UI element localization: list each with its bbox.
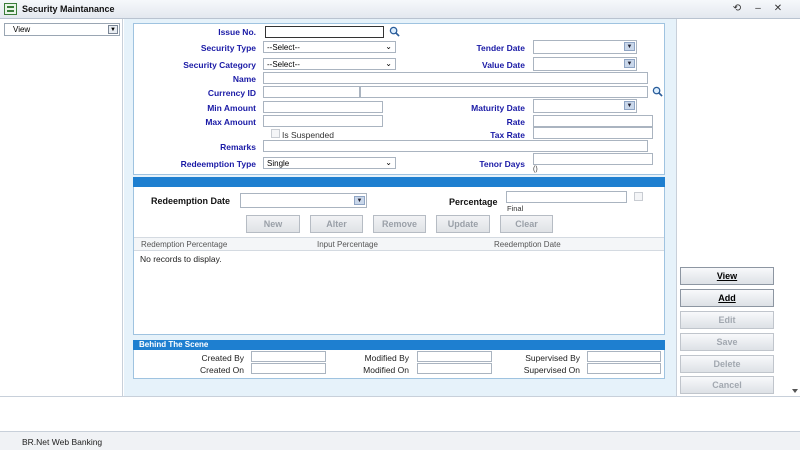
- column-header[interactable]: Input Percentage: [317, 240, 378, 249]
- is-suspended-checkbox[interactable]: [271, 129, 280, 138]
- security-type-value: --Select--: [267, 43, 300, 52]
- close-icon[interactable]: ✕: [771, 3, 785, 15]
- tax-rate-input[interactable]: [533, 127, 653, 139]
- chevron-down-icon[interactable]: ▼: [108, 25, 118, 34]
- redeemption-type-label: Redeemption Type: [180, 159, 256, 169]
- tax-rate-label: Tax Rate: [490, 130, 525, 140]
- supervised-by-field: [587, 351, 661, 362]
- max-amount-label: Max Amount: [205, 117, 256, 127]
- clear-button[interactable]: Clear: [500, 215, 553, 233]
- chevron-down-icon: ⌄: [385, 59, 392, 68]
- chevron-down-icon[interactable]: ▼: [624, 101, 635, 110]
- remarks-input[interactable]: [263, 140, 648, 152]
- scroll-down-icon[interactable]: [790, 386, 800, 396]
- modified-on-label: Modified On: [363, 365, 409, 375]
- update-button[interactable]: Update: [436, 215, 490, 233]
- currency-id-label: Currency ID: [207, 88, 256, 98]
- supervised-on-label: Supervised On: [523, 365, 580, 375]
- remarks-label: Remarks: [220, 142, 256, 152]
- status-bar: BR.Net Web Banking: [0, 431, 800, 450]
- chevron-down-icon: ⌄: [385, 42, 392, 51]
- remove-button[interactable]: Remove: [373, 215, 426, 233]
- view-dropdown-label: View: [13, 25, 31, 34]
- final-label: Final: [507, 204, 524, 213]
- redeemption-date-label: Redeemption Date: [151, 196, 231, 206]
- chevron-down-icon[interactable]: ▼: [354, 196, 365, 205]
- minimize-icon[interactable]: –: [751, 3, 765, 15]
- modified-by-label: Modified By: [364, 353, 409, 363]
- search-icon[interactable]: [652, 86, 663, 97]
- divider: [0, 396, 800, 397]
- value-date-label: Value Date: [482, 60, 525, 70]
- percentage-input[interactable]: [506, 191, 627, 203]
- title-bar: [0, 0, 800, 19]
- maturity-date-label: Maturity Date: [471, 103, 525, 113]
- created-by-field: [251, 351, 326, 362]
- security-type-select[interactable]: --Select-- ⌄: [263, 41, 396, 53]
- modified-on-field: [417, 363, 492, 374]
- left-panel: View ▼: [0, 19, 123, 396]
- window-title: Security Maintanance: [22, 4, 115, 14]
- redeemption-type-value: Single: [267, 159, 290, 168]
- rate-input[interactable]: [533, 115, 653, 127]
- created-by-label: Created By: [201, 353, 244, 363]
- edit-button[interactable]: Edit: [680, 311, 774, 329]
- view-button[interactable]: View: [680, 267, 774, 285]
- security-category-select[interactable]: --Select-- ⌄: [263, 58, 396, 70]
- min-amount-label: Min Amount: [207, 103, 256, 113]
- max-amount-input[interactable]: [263, 115, 383, 127]
- value-date-picker[interactable]: ▼: [533, 57, 637, 71]
- created-on-label: Created On: [200, 365, 244, 375]
- chevron-down-icon[interactable]: ▼: [624, 59, 635, 68]
- security-category-value: --Select--: [267, 60, 300, 69]
- delete-button[interactable]: Delete: [680, 355, 774, 373]
- percentage-label: Percentage: [449, 197, 498, 207]
- search-icon[interactable]: [389, 26, 400, 37]
- column-header[interactable]: Redemption Percentage: [141, 240, 227, 249]
- is-suspended-label: Is Suspended: [282, 130, 334, 140]
- view-dropdown[interactable]: View ▼: [4, 23, 120, 36]
- empty-grid-message: No records to display.: [140, 254, 222, 264]
- chevron-down-icon: ⌄: [385, 158, 392, 167]
- add-button[interactable]: Add: [680, 289, 774, 307]
- name-label: Name: [232, 74, 256, 84]
- issue-no-label: Issue No.: [218, 27, 256, 37]
- tender-date-label: Tender Date: [476, 43, 526, 53]
- save-button[interactable]: Save: [680, 333, 774, 351]
- security-type-label: Security Type: [200, 43, 256, 53]
- issue-no-input[interactable]: [265, 26, 384, 38]
- column-header[interactable]: Reedemption Date: [494, 240, 561, 249]
- new-button[interactable]: New: [246, 215, 300, 233]
- tenor-days-hint: (): [533, 166, 538, 173]
- currency-name-input[interactable]: [360, 86, 648, 98]
- chevron-down-icon[interactable]: ▼: [624, 42, 635, 51]
- app-icon: [4, 3, 17, 15]
- final-checkbox[interactable]: [634, 192, 643, 201]
- tenor-days-label: Tenor Days: [479, 159, 525, 169]
- alter-button[interactable]: Alter: [310, 215, 363, 233]
- redeemption-date-picker[interactable]: ▼: [240, 193, 367, 208]
- redeemption-type-select[interactable]: Single ⌄: [263, 157, 396, 169]
- rate-label: Rate: [506, 117, 525, 127]
- supervised-on-field: [587, 363, 661, 374]
- tender-date-picker[interactable]: ▼: [533, 40, 637, 54]
- currency-id-input[interactable]: [263, 86, 360, 98]
- security-category-label: Security Category: [183, 60, 256, 70]
- created-on-field: [251, 363, 326, 374]
- min-amount-input[interactable]: [263, 101, 383, 113]
- tenor-days-input[interactable]: [533, 153, 653, 165]
- supervised-by-label: Supervised By: [525, 353, 580, 363]
- behind-the-scene-header: Behind The Scene: [133, 340, 665, 350]
- cancel-button[interactable]: Cancel: [680, 376, 774, 394]
- name-input[interactable]: [263, 72, 648, 84]
- redemption-grid-header: Redemption Percentage Input Percentage R…: [134, 237, 664, 251]
- redemption-header-bar: [133, 177, 665, 187]
- restore-icon[interactable]: ⟲: [730, 3, 744, 15]
- status-text: BR.Net Web Banking: [22, 437, 103, 447]
- modified-by-field: [417, 351, 492, 362]
- maturity-date-picker[interactable]: ▼: [533, 99, 637, 113]
